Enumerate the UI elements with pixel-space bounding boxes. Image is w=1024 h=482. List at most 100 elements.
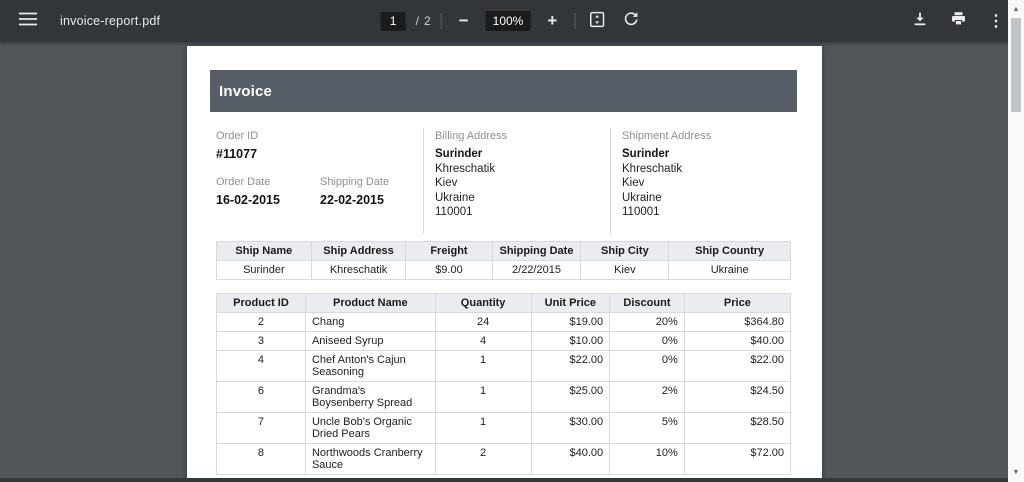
products-table: Product ID Product Name Quantity Unit Price…	[216, 293, 792, 475]
table-cell: $72.00	[683, 443, 792, 475]
address-line: Kiev	[435, 177, 458, 189]
more-options-button[interactable]: ⋮	[984, 9, 1008, 33]
download-icon	[912, 11, 928, 31]
page-separator: /	[415, 14, 419, 28]
scrollbar-thumb[interactable]	[1011, 18, 1021, 112]
table-cell: $40.00	[683, 331, 792, 351]
column-header: Price	[683, 293, 792, 313]
zoom-out-button[interactable]: −	[452, 9, 476, 33]
table-cell: $10.00	[530, 331, 611, 351]
page-number-input[interactable]	[380, 11, 406, 31]
order-id-value: #11077	[216, 147, 258, 161]
column-header: Quantity	[434, 293, 532, 313]
column-header: Freight	[405, 241, 493, 261]
address-line: Surinder	[622, 148, 670, 160]
fit-to-page-button[interactable]	[585, 9, 609, 33]
download-button[interactable]	[908, 9, 932, 33]
address-line: 110001	[435, 206, 473, 218]
vertical-scrollbar[interactable]: ▲ ▼	[1008, 0, 1024, 482]
document-title: invoice-report.pdf	[60, 14, 161, 28]
header-row: Product ID Product Name Quantity Unit Price…	[216, 293, 792, 313]
shipping-date-value: 22-02-2015	[320, 193, 384, 207]
table-cell: Uncle Bob's Organic Dried Pears	[304, 412, 436, 444]
table-row: 3 Aniseed Syrup 4 $10.00 0% $40.00	[216, 331, 792, 351]
toolbar-center: / 2 − 100% +	[380, 0, 644, 42]
toolbar: invoice-report.pdf / 2 − 100% +	[0, 0, 1024, 42]
zoom-in-button[interactable]: +	[540, 9, 564, 33]
column-header: Product Name	[304, 293, 436, 313]
table-cell: Chef Anton's Cajun Seasoning	[304, 350, 436, 382]
column-header: Ship City	[580, 241, 670, 261]
shipping-date-block: Shipping Date 22-02-2015	[320, 176, 389, 207]
page-count: / 2	[416, 14, 431, 28]
shipment-address-lines: Surinder Khreschatik Kiev Ukraine 110001	[622, 147, 791, 220]
hamburger-icon	[19, 12, 37, 30]
table-cell: 7	[216, 412, 306, 444]
address-line: Khreschatik	[435, 162, 496, 175]
order-dates: Order Date 16-02-2015 Shipping Date 22-0…	[216, 176, 423, 207]
table-cell: 2/22/2015	[491, 260, 582, 280]
toolbar-left: invoice-report.pdf	[16, 9, 160, 33]
table-row: Surinder Khreschatik $9.00 2/22/2015 Kiev Ukr…	[216, 260, 791, 280]
address-line: Ukraine	[622, 191, 662, 204]
rotate-button[interactable]	[619, 9, 643, 33]
scroll-up-button[interactable]: ▲	[1008, 2, 1024, 17]
address-line: Ukraine	[435, 191, 475, 204]
scroll-down-button[interactable]: ▼	[1008, 465, 1024, 480]
menu-button[interactable]	[16, 9, 40, 33]
table-cell: 24	[434, 312, 532, 332]
address-line: Khreschatik	[622, 162, 683, 175]
table-cell: 0%	[609, 331, 685, 351]
table-cell: $25.00	[530, 381, 611, 413]
table-cell: 8	[216, 443, 306, 475]
shipment-address-label: Shipment Address	[622, 130, 712, 142]
order-summary: Order ID #11077 Order Date 16-02-2015 Sh…	[216, 128, 423, 234]
table-cell: $30.00	[530, 412, 611, 444]
table-cell: Grandma's Boysenberry Spread	[304, 381, 436, 413]
pdf-viewer: invoice-report.pdf / 2 − 100% +	[0, 0, 1024, 482]
bottom-edge-strip	[0, 478, 1008, 482]
table-cell: Kiev	[580, 260, 670, 280]
ship-info-table: Ship Name Ship Address Freight Shipping Dat…	[216, 241, 791, 280]
column-header: Unit Price	[530, 293, 611, 313]
rotate-counterclockwise-icon	[623, 11, 640, 32]
column-header: Discount	[609, 293, 685, 313]
table-row: 4 Chef Anton's Cajun Seasoning 1 $22.00 0% $2…	[216, 350, 792, 382]
invoice-title: Invoice	[219, 82, 273, 100]
table-cell: 6	[216, 381, 306, 413]
table-cell: 1	[434, 412, 532, 444]
invoice-header-band: Invoice	[210, 70, 797, 112]
table-cell: $364.80	[683, 312, 792, 332]
table-cell: Chang	[304, 312, 436, 332]
zoom-level: 100%	[485, 11, 531, 31]
table-cell: 2	[216, 312, 306, 332]
table-row: 7 Uncle Bob's Organic Dried Pears 1 $30.00 5…	[216, 412, 792, 444]
billing-address-lines: Surinder Khreschatik Kiev Ukraine 110001	[435, 147, 610, 220]
column-header: Ship Country	[668, 241, 791, 261]
billing-address-label: Billing Address	[435, 130, 508, 142]
order-info-section: Order ID #11077 Order Date 16-02-2015 Sh…	[216, 128, 791, 234]
table-cell: 1	[434, 381, 532, 413]
table-cell: 3	[216, 331, 306, 351]
table-cell: Aniseed Syrup	[304, 331, 436, 351]
billing-address-block: Billing Address Surinder Khreschatik Kiev U…	[423, 128, 610, 234]
table-cell: 4	[434, 331, 532, 351]
column-header: Shipping Date	[491, 241, 582, 261]
table-cell: 0%	[609, 350, 685, 382]
shipping-date-label: Shipping Date	[320, 176, 390, 188]
page-total: 2	[423, 14, 431, 28]
table-cell: 2%	[609, 381, 685, 413]
table-row: 6 Grandma's Boysenberry Spread 1 $25.00 2% $2…	[216, 381, 792, 413]
order-id-label: Order ID	[216, 130, 259, 142]
toolbar-divider	[440, 13, 442, 29]
toolbar-right: ⋮	[908, 9, 1008, 33]
table-cell: $19.00	[530, 312, 611, 332]
table-cell: 1	[434, 350, 532, 382]
address-line: Surinder	[435, 148, 483, 160]
shipment-address-block: Shipment Address Surinder Khreschatik Kiev…	[610, 128, 791, 234]
pdf-canvas: Invoice Order ID #11077 Order Date 16-02…	[0, 42, 1024, 482]
pdf-page: Invoice Order ID #11077 Order Date 16-02…	[187, 46, 822, 482]
table-row: 2 Chang 24 $19.00 20% $364.80	[216, 312, 792, 332]
print-button[interactable]	[946, 9, 970, 33]
address-line: 110001	[622, 206, 660, 218]
